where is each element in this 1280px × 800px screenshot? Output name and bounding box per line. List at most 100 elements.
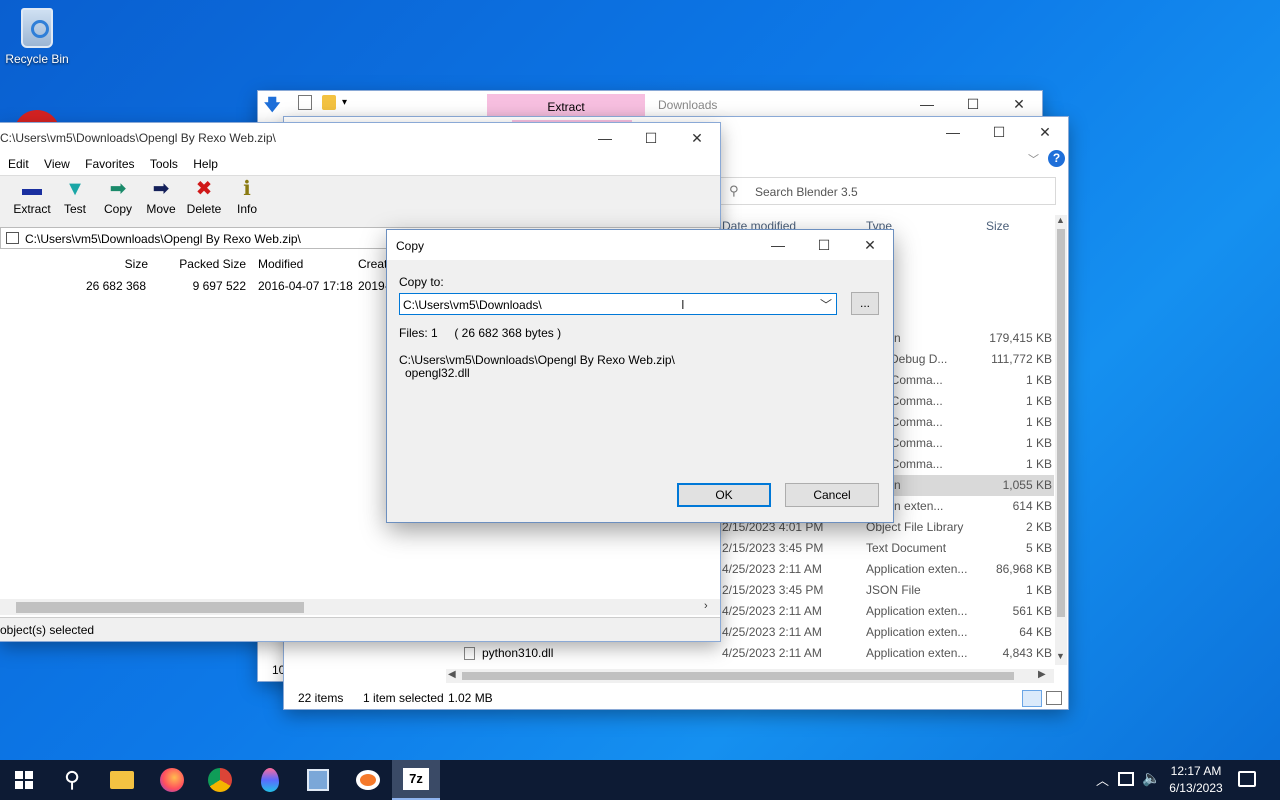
column-packed-size[interactable]: Packed Size bbox=[152, 253, 246, 275]
properties-icon[interactable] bbox=[298, 95, 312, 110]
close-button[interactable]: ✕ bbox=[1022, 117, 1068, 147]
vertical-scrollbar[interactable]: ▲ ▼ bbox=[1055, 215, 1067, 665]
zip-hscroll-thumb[interactable] bbox=[16, 602, 304, 613]
file-name: python310.dll bbox=[482, 646, 554, 660]
file-type: Text Document bbox=[866, 541, 947, 555]
copy-to-path: C:\Users\vm5\Downloads\ bbox=[403, 298, 542, 312]
horizontal-scrollbar[interactable]: ◀ ▶ bbox=[446, 669, 1054, 683]
test-icon: ▼ bbox=[65, 178, 85, 200]
scroll-up-icon[interactable]: ▲ bbox=[1056, 215, 1065, 225]
zip-horizontal-scrollbar[interactable]: › bbox=[0, 599, 720, 615]
scroll-left-icon[interactable]: ◀ bbox=[448, 669, 456, 680]
menu-tools[interactable]: Tools bbox=[144, 153, 184, 175]
volume-muted-icon[interactable]: 🔈 bbox=[1142, 769, 1161, 787]
copy-button[interactable]: ➡ Copy bbox=[95, 176, 141, 224]
folder-icon bbox=[110, 771, 134, 789]
browse-button[interactable]: ... bbox=[851, 292, 879, 315]
taskbar-blender[interactable] bbox=[344, 760, 392, 800]
search-box[interactable]: ⚲ Search Blender 3.5 bbox=[720, 177, 1056, 205]
menu-help[interactable]: Help bbox=[187, 153, 224, 175]
text-cursor-icon: I bbox=[681, 297, 685, 312]
taskbar-app-tool[interactable] bbox=[294, 760, 342, 800]
move-button[interactable]: ➡ Move bbox=[138, 176, 184, 224]
file-size: 1 KB bbox=[1025, 415, 1052, 429]
maximize-button[interactable]: ☐ bbox=[976, 117, 1022, 147]
taskbar-chrome[interactable] bbox=[196, 760, 244, 800]
quick-access-dropdown-icon[interactable]: ▾ bbox=[342, 97, 347, 108]
column-created[interactable]: Creat bbox=[358, 253, 387, 275]
minimize-button[interactable]: — bbox=[904, 89, 950, 119]
source-file: opengl32.dll bbox=[405, 366, 470, 380]
file-size: 1 KB bbox=[1025, 583, 1052, 597]
details-view-icon[interactable] bbox=[1022, 690, 1042, 707]
taskbar-app-drop[interactable] bbox=[246, 760, 294, 800]
column-size[interactable]: Size bbox=[986, 215, 1009, 237]
close-button[interactable]: ✕ bbox=[996, 89, 1042, 119]
copy-to-combobox[interactable]: C:\Users\vm5\Downloads\ I ﹀ bbox=[399, 293, 837, 315]
list-item[interactable]: python310.dll 4/25/2023 2:11 AM Applicati… bbox=[284, 643, 1054, 664]
color-drop-icon bbox=[261, 768, 279, 792]
source-path: C:\Users\vm5\Downloads\Opengl By Rexo We… bbox=[399, 353, 675, 367]
close-button[interactable]: ✕ bbox=[674, 123, 720, 153]
explorer-back-titlebar: 🡇 ▾ Extract Downloads — ☐ ✕ bbox=[258, 91, 1042, 117]
ribbon-tab-extract[interactable]: Extract bbox=[487, 94, 645, 117]
taskbar-firefox[interactable] bbox=[148, 760, 196, 800]
sevenzip-title: C:\Users\vm5\Downloads\Opengl By Rexo We… bbox=[0, 131, 276, 145]
delete-button[interactable]: ✖ Delete bbox=[181, 176, 227, 224]
minimize-button[interactable]: — bbox=[582, 123, 628, 153]
minimize-button[interactable]: — bbox=[930, 117, 976, 147]
file-size: 1 KB bbox=[1025, 457, 1052, 471]
ok-button[interactable]: OK bbox=[677, 483, 771, 507]
menu-favorites[interactable]: Favorites bbox=[79, 153, 140, 175]
folder-icon[interactable] bbox=[322, 95, 336, 110]
scroll-right-icon[interactable]: ▶ bbox=[1038, 669, 1046, 680]
file-size: 561 KB bbox=[1012, 604, 1052, 618]
item-count: 22 items bbox=[298, 691, 344, 705]
chevron-down-icon[interactable]: ﹀ bbox=[820, 296, 832, 313]
info-button[interactable]: ℹ Info bbox=[224, 176, 270, 224]
download-arrow-icon: 🡇 bbox=[264, 97, 281, 114]
hscroll-thumb[interactable] bbox=[462, 672, 1014, 680]
network-icon[interactable] bbox=[1118, 772, 1134, 786]
move-icon: ➡ bbox=[152, 178, 170, 200]
menu-view[interactable]: View bbox=[38, 153, 76, 175]
file-size: 1,055 KB bbox=[1002, 478, 1052, 492]
scroll-down-icon[interactable]: ▼ bbox=[1056, 651, 1065, 661]
maximize-button[interactable]: ☐ bbox=[801, 230, 847, 260]
start-button[interactable] bbox=[0, 760, 48, 800]
taskbar-file-explorer[interactable] bbox=[98, 760, 146, 800]
selection-size: 1.02 MB bbox=[448, 691, 493, 705]
row-created: 2019- bbox=[358, 279, 389, 293]
column-size[interactable]: Size bbox=[52, 253, 148, 275]
search-button[interactable]: ⚲ bbox=[48, 760, 96, 800]
recycle-bin[interactable]: Recycle Bin bbox=[4, 8, 70, 66]
minimize-button[interactable]: — bbox=[755, 230, 801, 260]
zip-status-text: object(s) selected bbox=[0, 623, 95, 637]
file-type: JSON File bbox=[866, 583, 921, 597]
large-icons-view-icon[interactable] bbox=[1046, 691, 1062, 705]
selection-count: 1 item selected bbox=[363, 691, 444, 705]
chevron-up-icon[interactable]: ︿ bbox=[1096, 770, 1109, 789]
scroll-right-icon[interactable]: › bbox=[704, 600, 708, 612]
extract-button[interactable]: ▬ Extract bbox=[9, 176, 55, 224]
maximize-button[interactable]: ☐ bbox=[628, 123, 674, 153]
test-button[interactable]: ▼ Test bbox=[52, 176, 98, 224]
file-size: 1 KB bbox=[1025, 394, 1052, 408]
help-icon[interactable]: ? bbox=[1048, 150, 1065, 167]
ribbon-expand-icon[interactable]: ﹀ bbox=[1028, 151, 1039, 167]
menu-edit[interactable]: Edit bbox=[2, 153, 35, 175]
row-size: 26 682 368 bbox=[85, 279, 146, 293]
search-icon: ⚲ bbox=[63, 767, 81, 792]
scroll-thumb[interactable] bbox=[1057, 229, 1065, 617]
copy-dialog-titlebar: Copy — ☐ ✕ bbox=[387, 230, 893, 260]
maximize-button[interactable]: ☐ bbox=[950, 89, 996, 119]
explorer-back-title: Downloads bbox=[658, 98, 718, 112]
close-button[interactable]: ✕ bbox=[847, 230, 893, 260]
column-modified[interactable]: Modified bbox=[258, 253, 303, 275]
notification-icon[interactable] bbox=[1238, 771, 1256, 787]
file-type: Application exten... bbox=[866, 646, 968, 660]
search-placeholder: Search Blender 3.5 bbox=[755, 185, 858, 199]
taskbar-7zip[interactable]: 7z bbox=[392, 760, 440, 800]
clock[interactable]: 12:17 AM 6/13/2023 bbox=[1164, 763, 1228, 797]
cancel-button[interactable]: Cancel bbox=[785, 483, 879, 507]
